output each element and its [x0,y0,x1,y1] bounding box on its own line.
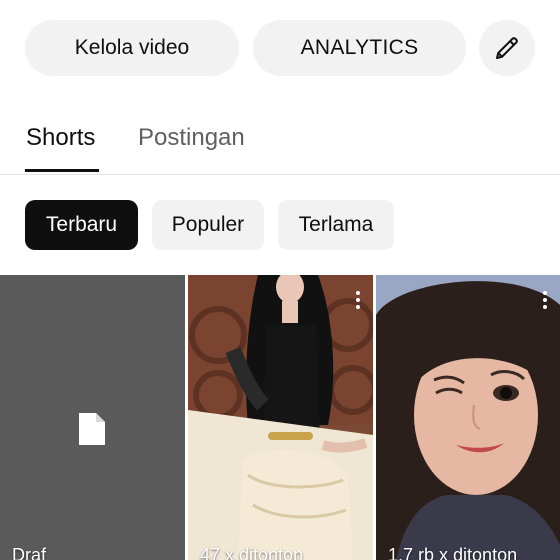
video-thumbnail [376,275,560,560]
tab-posts[interactable]: Postingan [138,124,245,152]
more-options-icon[interactable] [542,291,548,311]
file-icon [79,413,105,445]
filter-chip-latest[interactable]: Terbaru [25,200,138,250]
tab-shorts[interactable]: Shorts [26,124,95,152]
more-options-icon[interactable] [355,291,361,311]
video-tile[interactable]: 47 x ditonton [188,275,373,560]
tab-selected-indicator [25,169,99,172]
video-caption: Draf [12,545,47,560]
analytics-button[interactable]: ANALYTICS [253,20,466,76]
edit-button[interactable] [479,20,535,76]
video-thumbnail [188,275,373,560]
video-tile-draft[interactable]: Draf [0,275,185,560]
pencil-icon [496,37,518,59]
video-caption: 47 x ditonton [200,545,304,560]
filter-chip-popular[interactable]: Populer [152,200,264,250]
manage-videos-label: Kelola video [74,36,190,59]
manage-videos-button[interactable]: Kelola video [25,20,239,76]
video-caption: 1,7 rb x ditonton [388,545,518,560]
video-tile[interactable]: 1,7 rb x ditonton [376,275,560,560]
filter-chip-oldest[interactable]: Terlama [278,200,394,250]
analytics-label: ANALYTICS [300,36,419,59]
tab-divider [0,174,560,175]
